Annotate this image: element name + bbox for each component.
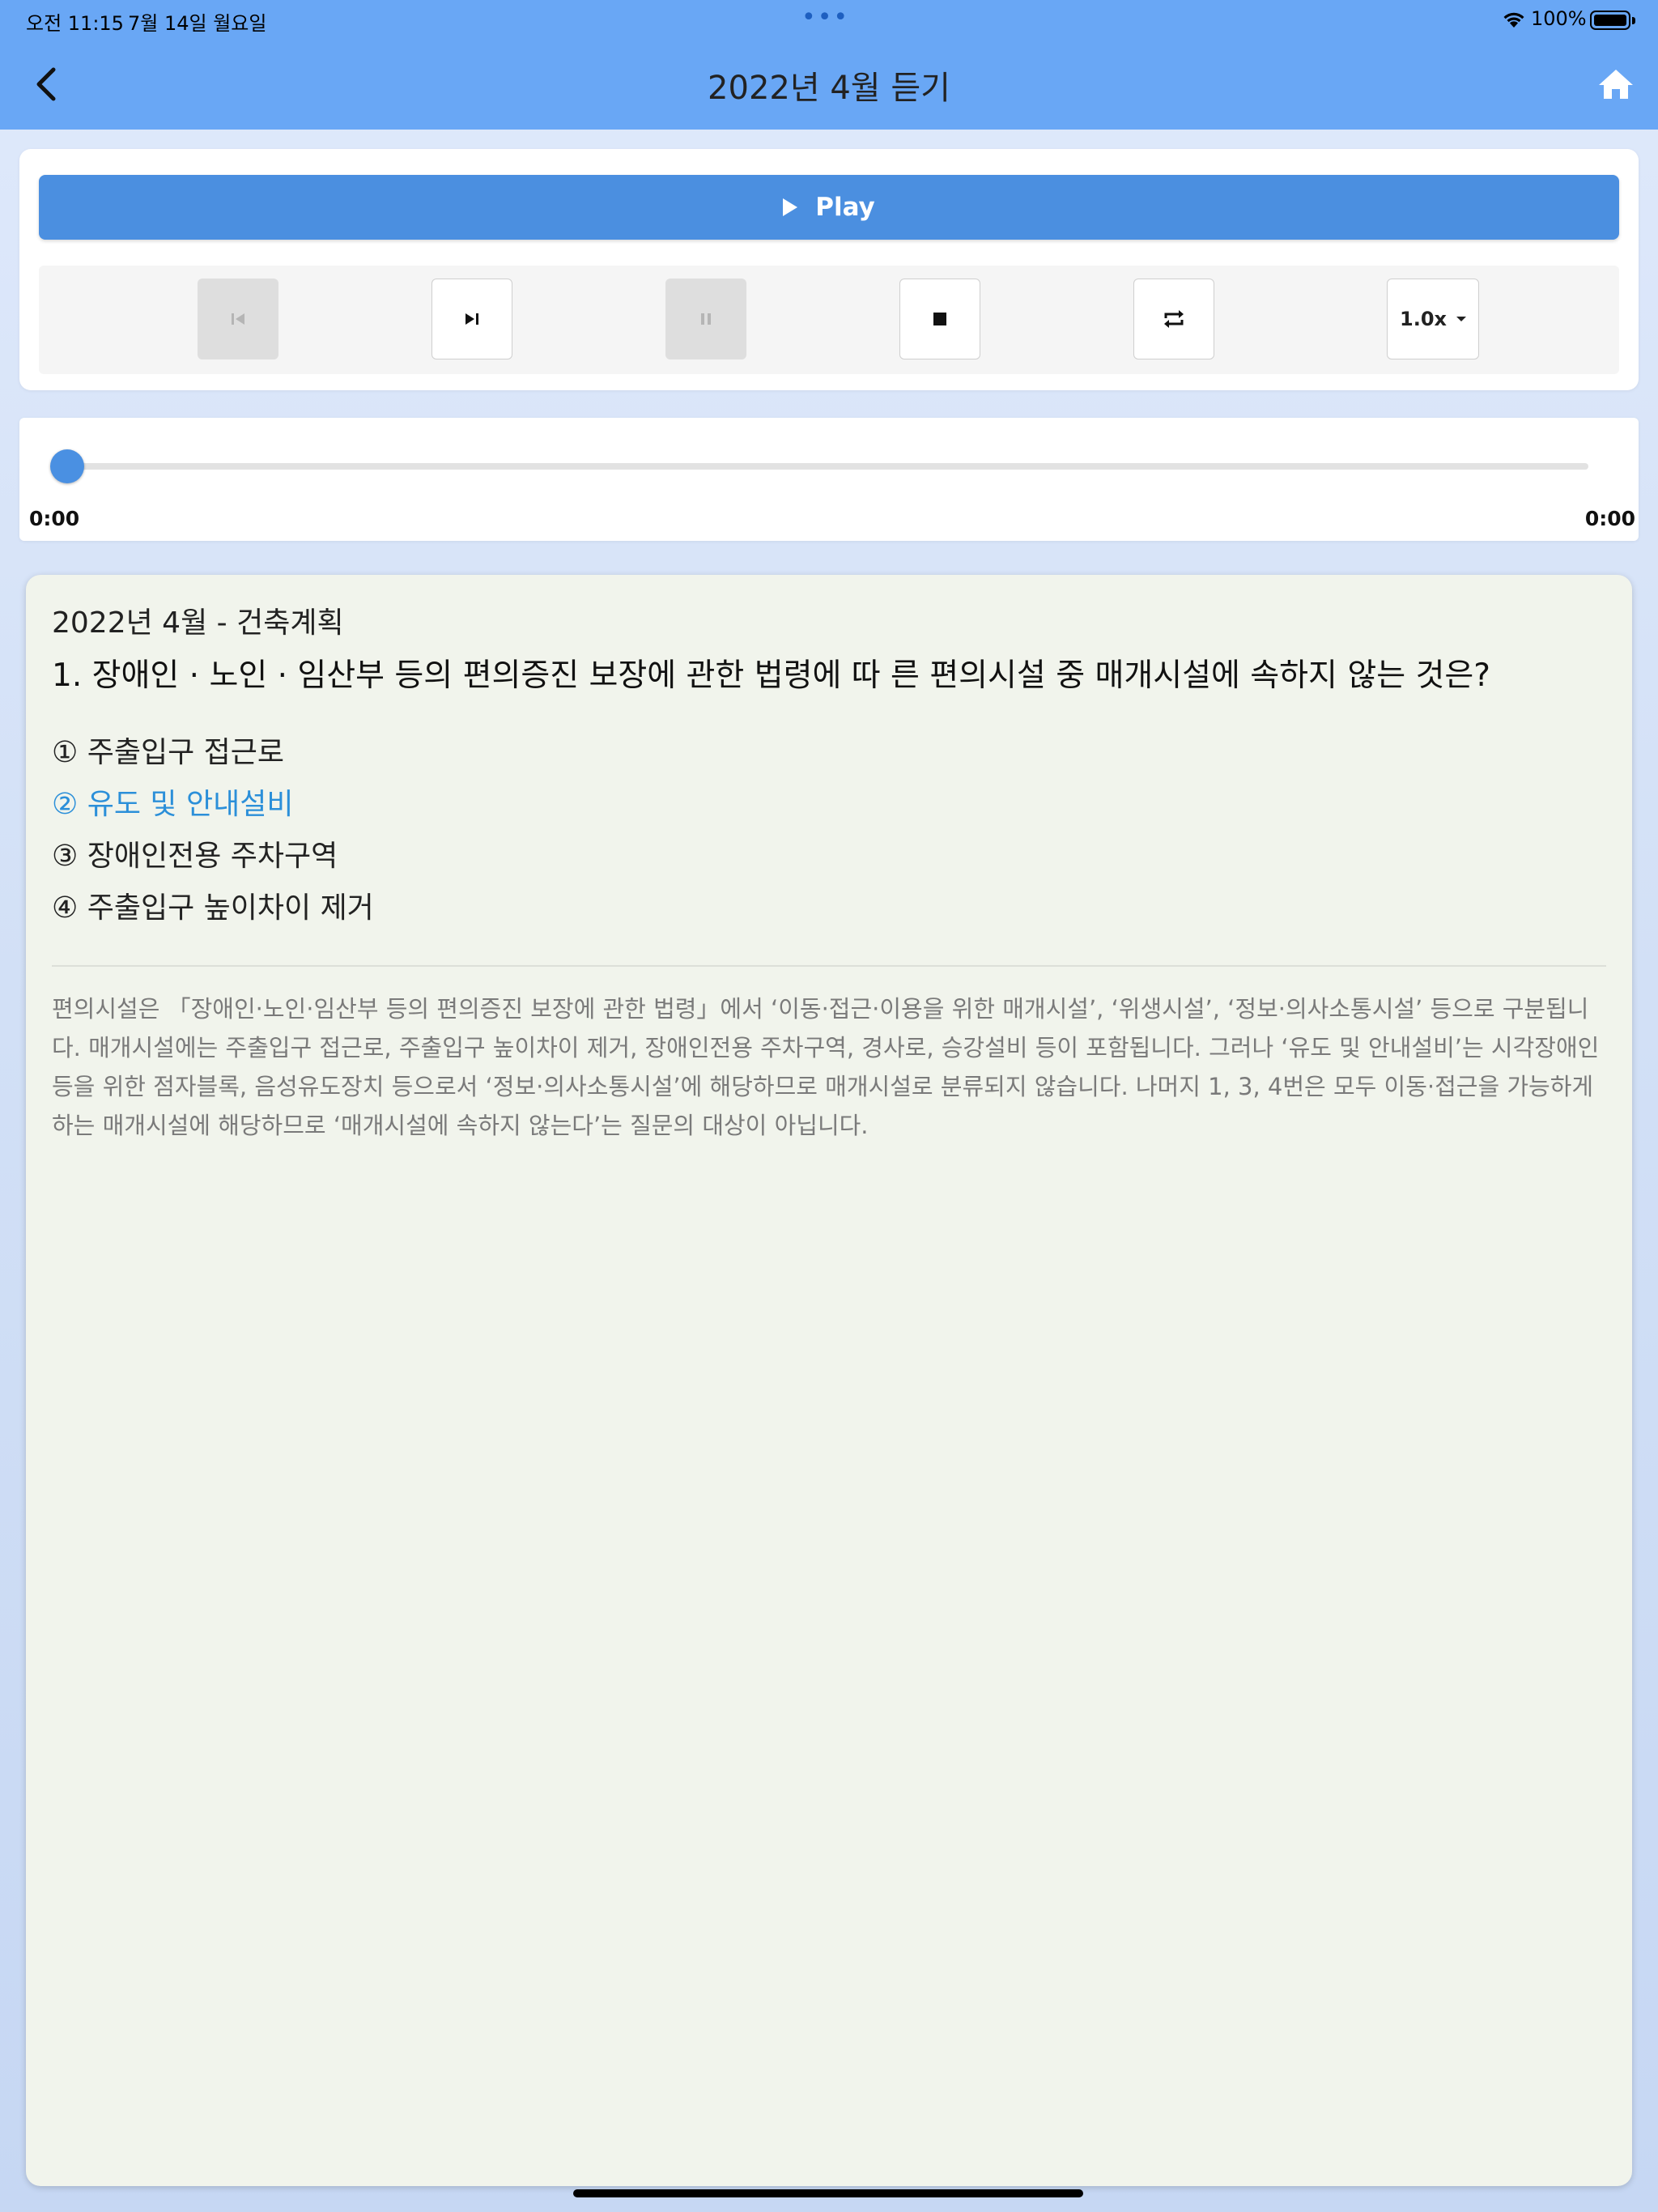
home-indicator[interactable]	[573, 2189, 1083, 2197]
repeat-icon	[1164, 310, 1184, 328]
speed-dropdown[interactable]: 1.0x	[1387, 279, 1479, 359]
page-title: 2022년 4월 듣기	[708, 70, 950, 107]
status-date: 7월 14일 월요일	[128, 12, 267, 35]
question-subject: 2022년 4월 - 건축계획	[52, 606, 344, 640]
explanation-text: 편의시설은 「장애인·노인·임산부 등의 편의증진 보장에 관한 법령」에서 ‘…	[52, 995, 1600, 1139]
control-strip: 1.0x	[39, 266, 1619, 374]
wifi-icon	[1503, 12, 1524, 28]
question-text: 1. 장애인 · 노인 · 임산부 등의 편의증진 보장에 관한 법령에 따 른…	[52, 657, 1490, 694]
total-time: 0:00	[1584, 507, 1635, 530]
pause-button[interactable]	[665, 279, 746, 359]
progress-track[interactable]	[66, 463, 1588, 470]
option-3[interactable]: ③ 장애인전용 주차구역	[52, 832, 338, 874]
question-card: 2022년 4월 - 건축계획 1. 장애인 · 노인 · 임산부 등의 편의증…	[26, 575, 1632, 2186]
battery-icon	[1590, 11, 1635, 30]
option-1[interactable]: ① 주출입구 접근로	[52, 729, 284, 771]
top-bar: 오전 11:15 7월 14일 월요일 ••• 100% 2022년 4월 듣기	[0, 0, 1658, 130]
stop-icon	[933, 313, 946, 325]
pause-icon	[701, 313, 711, 325]
dropdown-caret-icon	[1456, 317, 1466, 321]
player-controls-card: Play 1.0x	[19, 149, 1639, 390]
previous-button[interactable]	[198, 279, 278, 359]
speed-value: 1.0x	[1400, 308, 1447, 330]
home-icon[interactable]	[1596, 66, 1635, 102]
progress-card: 0:00 0:00	[19, 418, 1639, 541]
skip-previous-icon	[232, 313, 244, 325]
multitask-dots-icon[interactable]: •••	[801, 3, 849, 32]
stop-button[interactable]	[899, 279, 980, 359]
option-2[interactable]: ② 유도 및 안내설비	[52, 781, 293, 823]
skip-next-icon	[466, 313, 478, 325]
play-button[interactable]: Play	[39, 175, 1619, 240]
play-icon	[783, 198, 798, 216]
repeat-button[interactable]	[1133, 279, 1214, 359]
option-4[interactable]: ④ 주출입구 높이차이 제거	[52, 884, 374, 926]
battery-percent: 100%	[1531, 7, 1587, 30]
next-button[interactable]	[432, 279, 512, 359]
status-time: 오전 11:15	[26, 12, 124, 35]
progress-thumb[interactable]	[50, 449, 84, 483]
current-time: 0:00	[29, 507, 80, 530]
divider	[52, 965, 1606, 967]
play-button-label: Play	[815, 193, 875, 222]
status-bar: 오전 11:15 7월 14일 월요일 ••• 100%	[0, 0, 1658, 39]
